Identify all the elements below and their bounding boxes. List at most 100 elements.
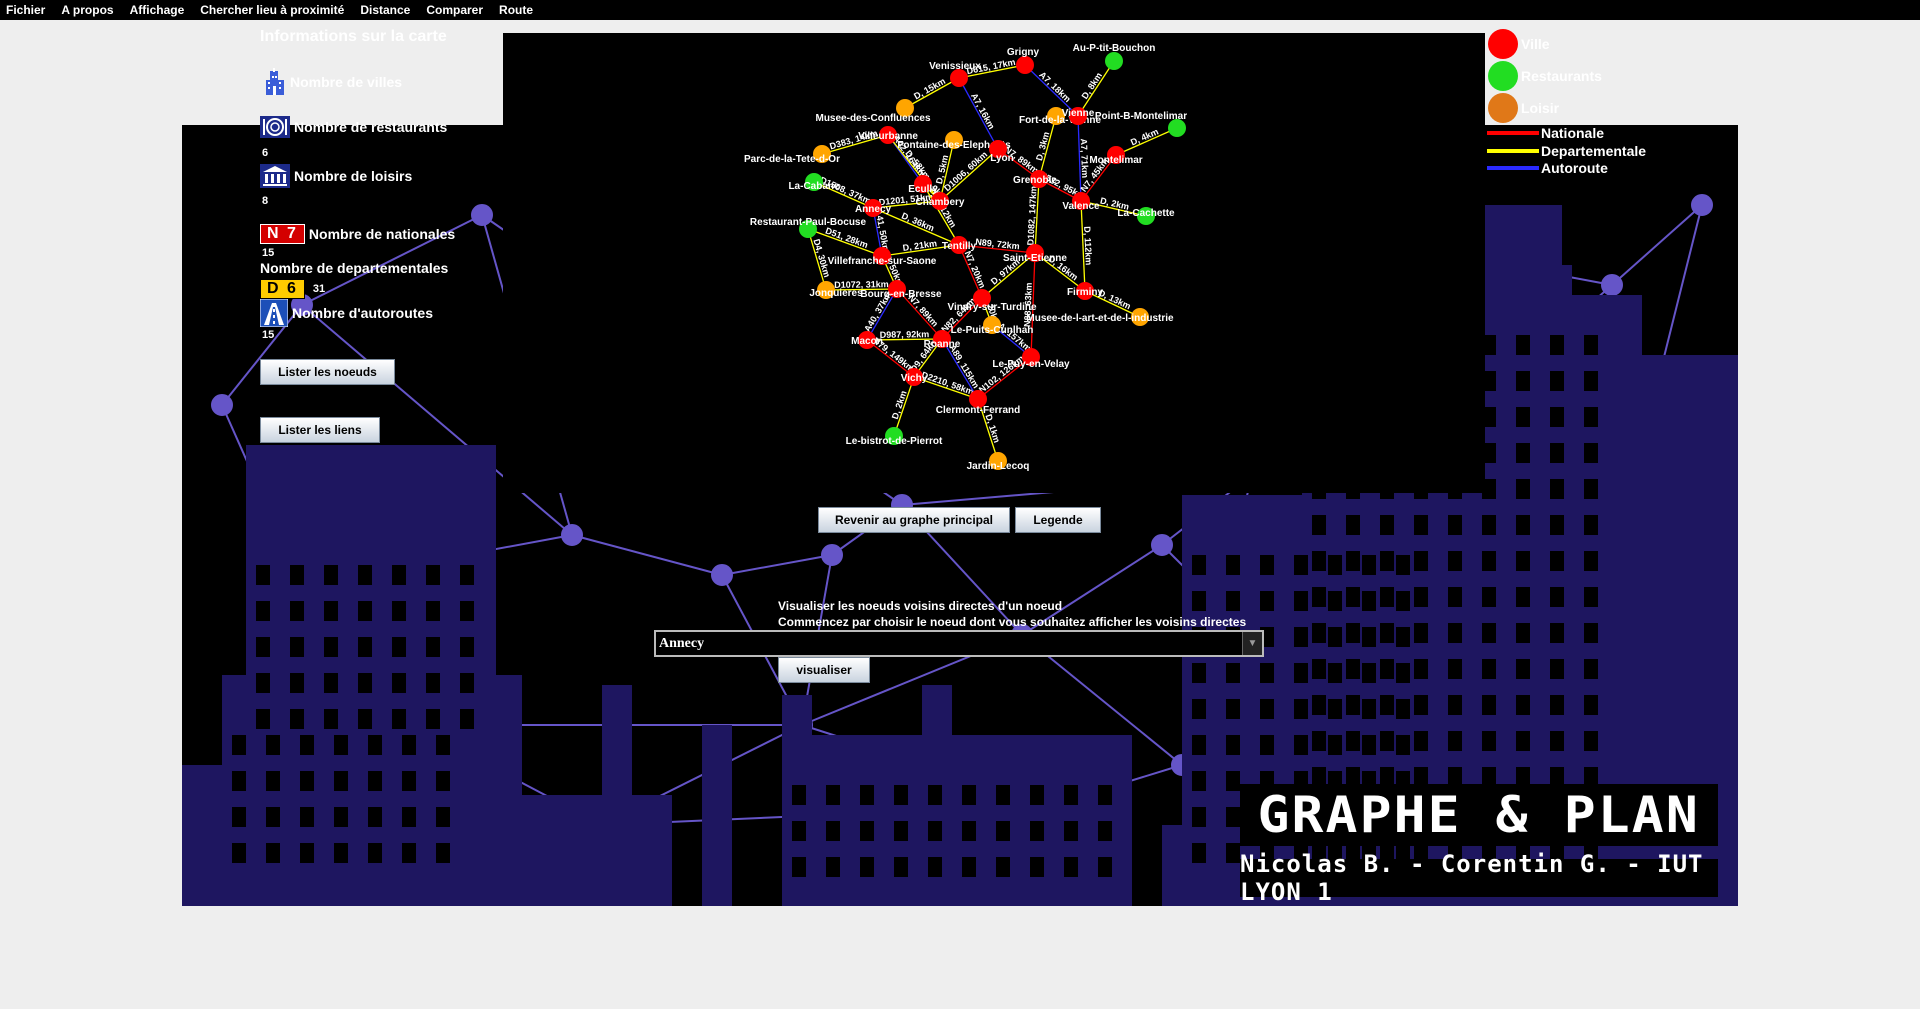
graph-edge[interactable]: D, 112km [1080, 200, 1094, 292]
node-select[interactable]: Annecy ▼ [654, 630, 1264, 657]
building-window [1346, 515, 1360, 535]
building-window [1294, 663, 1308, 683]
building-window [256, 637, 270, 657]
node-dot[interactable] [1105, 52, 1123, 70]
building-window [1346, 623, 1360, 643]
menu-distance[interactable]: Distance [360, 3, 410, 17]
graph-node-jardin-lecoq[interactable]: Jardin-Lecoq [967, 452, 1030, 472]
building-window [460, 673, 474, 693]
edge-label: D, 15km [912, 76, 947, 102]
menu-comparer[interactable]: Comparer [426, 3, 483, 17]
legend-autoroute-row: Autoroute [1487, 159, 1608, 177]
menu-fichier[interactable]: Fichier [6, 3, 45, 17]
building-window [1064, 821, 1078, 841]
graph-node-ecully[interactable]: Ecully [908, 175, 938, 195]
graph-node-clermont[interactable]: Clermont-Ferrand [936, 390, 1020, 416]
building-window [1516, 551, 1530, 571]
restaurant-plate-icon [260, 116, 290, 138]
edge-line[interactable] [958, 77, 999, 150]
graph-node-parc-tete-d-or[interactable]: Parc-de-la-Tete-d-Or [744, 145, 840, 165]
legend-restaurant-row: Restaurants [1487, 60, 1602, 92]
graph-node-au-p-tit-bouchon[interactable]: Au-P-tit-Bouchon [1073, 43, 1156, 70]
graph-canvas[interactable]: D615, 17km A7, 18km D, 8km A7, 16km D, 15km A… [503, 33, 1485, 493]
building-window [368, 735, 382, 755]
graph-node-valence[interactable]: Valence [1062, 192, 1100, 212]
graph-node-firminy[interactable]: Firminy [1067, 282, 1104, 300]
graph-node-puits-cunlhah[interactable]: Le-Puits-Cunlhah [951, 316, 1034, 336]
node-label: Grigny [1007, 47, 1040, 58]
building-window [300, 735, 314, 755]
node-label: Valence [1062, 201, 1100, 212]
graph-node-le-puy[interactable]: Le-Puy-en-Velay [992, 348, 1070, 370]
graph-drawing[interactable]: D615, 17kmA7, 18km D, 8kmA7, 16kmD, 15kmA… [503, 33, 1485, 493]
graph-node-musee-art-industrie[interactable]: Musee-de-l-art-et-de-l-industrie [1026, 308, 1174, 326]
node-label: Vichy [901, 373, 928, 384]
building [782, 735, 1132, 906]
node-label: Roanne [924, 339, 961, 350]
building-window [1550, 695, 1564, 715]
legend-departementale-row: Departementale [1487, 142, 1646, 160]
graph-node-bistrot-pierrot[interactable]: Le-bistrot-de-Pierrot [846, 427, 943, 447]
departementale-line-icon [1487, 149, 1539, 153]
graph-edge[interactable]: D, 4km [1115, 126, 1178, 156]
edge-label: D, 112km [1082, 226, 1094, 265]
building-window [358, 673, 372, 693]
building-window [860, 821, 874, 841]
building-window [1584, 335, 1598, 355]
legend-button[interactable]: Legende [1015, 507, 1101, 533]
building-window [1482, 659, 1496, 679]
building-window [392, 673, 406, 693]
building-window [290, 565, 304, 585]
building-window [894, 785, 908, 805]
building-window [1346, 551, 1360, 571]
building-window [1312, 695, 1326, 715]
graph-node-la-cabane[interactable]: La-Cabane [788, 173, 840, 192]
graph-node-macon[interactable]: Macon [851, 331, 883, 349]
edge-label: D, 36km [900, 210, 936, 233]
departementales-label: Nombre de departementales [260, 260, 449, 276]
building-window [1362, 663, 1376, 683]
building-window [1030, 821, 1044, 841]
menu-a-propos[interactable]: A propos [61, 3, 113, 17]
graph-edge[interactable]: D1082, 147km [1025, 178, 1040, 254]
building-window [1260, 663, 1274, 683]
building-window [324, 601, 338, 621]
menu-chercher-lieu[interactable]: Chercher lieu à proximité [200, 3, 344, 17]
list-links-button[interactable]: Lister les liens [260, 417, 380, 443]
chevron-down-icon[interactable]: ▼ [1242, 632, 1262, 655]
building-window [1362, 591, 1376, 611]
graph-node-montelimar[interactable]: Montelimar [1089, 146, 1143, 166]
building-window [1516, 695, 1530, 715]
building-window [996, 785, 1010, 805]
building-window [1516, 623, 1530, 643]
building-window [826, 857, 840, 877]
node-dot[interactable] [1016, 56, 1034, 74]
back-to-main-graph-button[interactable]: Revenir au graphe principal [818, 507, 1010, 533]
edge-label: A7, 16km [969, 91, 997, 130]
building-window [358, 601, 372, 621]
building-window [368, 771, 382, 791]
graph-node-la-cachette[interactable]: La-Cachette [1117, 207, 1175, 225]
graph-node-grenoble[interactable]: Grenoble [1013, 170, 1057, 188]
building-window [1396, 627, 1410, 647]
building-window [792, 821, 806, 841]
building-window [1226, 699, 1240, 719]
node-label: Firminy [1067, 287, 1104, 298]
node-label: Saint-Etienne [1003, 253, 1067, 264]
node-label: Tentilly [942, 241, 977, 252]
network-node [211, 394, 233, 416]
visualize-button[interactable]: visualiser [778, 657, 870, 683]
building-window [792, 857, 806, 877]
edge-label: D, 8km [1080, 71, 1105, 101]
menu-route[interactable]: Route [499, 3, 533, 17]
building-window [1448, 731, 1462, 751]
building-window [1448, 695, 1462, 715]
building-window [1550, 335, 1564, 355]
graph-edge[interactable]: A7, 16km [958, 77, 999, 150]
graph-node-tentilly[interactable]: Tentilly [942, 236, 977, 254]
building-window [1098, 857, 1112, 877]
building-window [1226, 555, 1240, 575]
menu-affichage[interactable]: Affichage [130, 3, 185, 17]
building-window [402, 771, 416, 791]
list-nodes-button[interactable]: Lister les noeuds [260, 359, 395, 385]
